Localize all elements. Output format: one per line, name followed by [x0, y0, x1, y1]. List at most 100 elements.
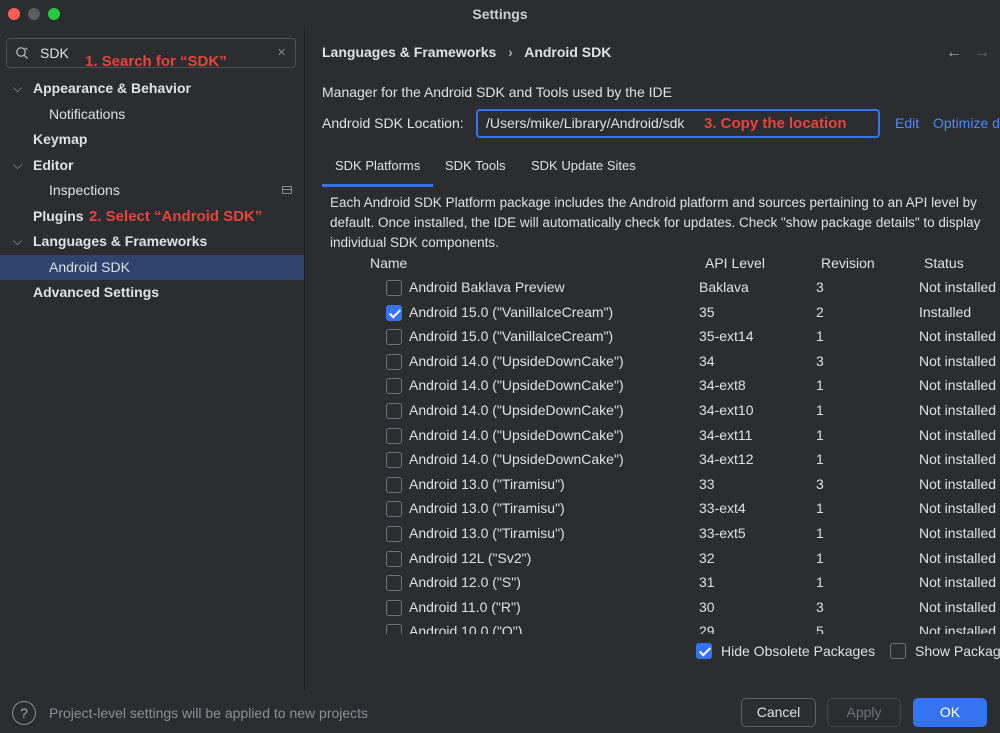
table-row[interactable]: Android 14.0 ("UpsideDownCake") 34-ext11 1…	[368, 424, 1000, 449]
edit-location-link[interactable]: Edit	[895, 115, 919, 131]
revision: 1	[816, 500, 824, 517]
package-name: Android 15.0 ("VanillaIceCream")	[409, 328, 614, 345]
revision: 3	[816, 598, 824, 615]
sidebar-item-languages-frameworks[interactable]: ⌵ Languages & Frameworks	[0, 229, 304, 255]
api-level: 34-ext12	[699, 451, 754, 468]
back-arrow-icon[interactable]: ←	[946, 44, 962, 62]
sidebar-item-notifications[interactable]: Notifications	[0, 102, 304, 128]
hide-obsolete-checkbox[interactable]	[696, 643, 712, 659]
sidebar-item-android-sdk[interactable]: Android SDK	[0, 254, 304, 280]
sdk-location-field[interactable]: /Users/mike/Library/Android/sdk 3. Copy …	[476, 109, 880, 138]
show-details-label[interactable]: Show Package Details	[915, 643, 1000, 659]
revision: 1	[816, 426, 824, 443]
api-level: Baklava	[699, 279, 749, 295]
breadcrumb-parent[interactable]: Languages & Frameworks	[322, 44, 496, 60]
package-checkbox[interactable]	[386, 378, 402, 395]
column-header-api-level[interactable]: API Level	[705, 255, 765, 271]
table-row[interactable]: Android 12.0 ("S") 31 1 Not installed	[368, 571, 1000, 596]
sidebar-item-label: Advanced Settings	[33, 284, 160, 300]
table-row[interactable]: Android 14.0 ("UpsideDownCake") 34 3 Not in…	[368, 350, 1000, 375]
install-status: Not installed	[919, 623, 997, 634]
column-header-revision[interactable]: Revision	[821, 255, 875, 271]
search-box[interactable]: SDK 1. Search for “SDK” ×	[6, 38, 296, 70]
sidebar-item-label: Keymap	[33, 131, 88, 147]
forward-arrow-icon[interactable]: →	[974, 44, 990, 62]
table-row[interactable]: Android 13.0 ("Tiramisu") 33-ext4 1 Not ins…	[368, 497, 1000, 522]
table-row[interactable]: Android 12L ("Sv2") 32 1 Not installed	[368, 547, 1000, 572]
search-annotation: 1. Search for “SDK”	[85, 53, 227, 70]
table-row[interactable]: Android Baklava Preview Baklava 3 Not insta…	[368, 276, 1000, 301]
install-status: Not installed	[919, 352, 997, 369]
revision: 2	[816, 303, 824, 320]
tab-sdk-tools[interactable]: SDK Tools	[445, 158, 505, 173]
search-input[interactable]: SDK	[40, 45, 69, 61]
table-row[interactable]: Android 13.0 ("Tiramisu") 33-ext5 1 Not ins…	[368, 522, 1000, 547]
table-row[interactable]: Android 14.0 ("UpsideDownCake") 34-ext10 1…	[368, 399, 1000, 424]
package-name: Android 13.0 ("Tiramisu")	[409, 475, 565, 492]
package-checkbox[interactable]	[386, 280, 402, 296]
package-checkbox[interactable]	[386, 599, 402, 616]
cancel-button[interactable]: Cancel	[741, 698, 816, 727]
package-checkbox[interactable]	[386, 329, 402, 346]
install-status: Not installed	[919, 377, 997, 394]
ok-button[interactable]: OK	[913, 698, 987, 727]
help-icon[interactable]: ?	[12, 701, 36, 725]
sidebar-item-keymap[interactable]: Keymap	[0, 127, 304, 153]
package-checkbox[interactable]	[386, 353, 402, 370]
revision: 1	[816, 377, 824, 394]
column-header-name[interactable]: Name	[370, 255, 407, 271]
package-checkbox[interactable]	[386, 525, 402, 542]
table-row[interactable]: Android 15.0 ("VanillaIceCream") 35-ext14…	[368, 325, 1000, 350]
sidebar-item-label: Inspections	[49, 182, 120, 198]
sidebar-item-advanced-settings[interactable]: Advanced Settings	[0, 280, 304, 306]
footer-message: Project-level settings will be applied t…	[49, 705, 369, 721]
install-status: Installed	[919, 303, 972, 320]
sidebar-item-plugins[interactable]: Plugins 2. Select “Android SDK”	[0, 204, 304, 230]
table-row[interactable]: Android 14.0 ("UpsideDownCake") 34-ext12 1…	[368, 448, 1000, 473]
tab-sdk-platforms[interactable]: SDK Platforms	[321, 158, 434, 187]
column-header-status[interactable]: Status	[924, 255, 964, 271]
sidebar-item-appearance-behavior[interactable]: ⌵ Appearance & Behavior	[0, 76, 304, 102]
table-rows: Android Baklava Preview Baklava 3 Not insta…	[368, 276, 1000, 634]
show-details-checkbox[interactable]	[890, 643, 906, 659]
package-description-line: default. Once installed, the IDE will au…	[330, 215, 981, 230]
chevron-down-icon[interactable]: ⌵	[13, 153, 22, 179]
package-checkbox[interactable]	[386, 304, 402, 321]
clear-search-icon[interactable]: ×	[277, 44, 286, 61]
package-checkbox[interactable]	[386, 427, 402, 444]
package-name: Android 11.0 ("R")	[409, 598, 521, 615]
api-level: 33-ext4	[699, 500, 746, 517]
sdk-location-value[interactable]: /Users/mike/Library/Android/sdk	[486, 115, 684, 131]
hide-obsolete-label[interactable]: Hide Obsolete Packages	[721, 643, 875, 659]
table-row[interactable]: Android 15.0 ("VanillaIceCream") 35 2 Insta…	[368, 301, 1000, 326]
breadcrumb-current: Android SDK	[524, 44, 612, 60]
sidebar-item-label: Plugins	[33, 207, 84, 224]
package-checkbox[interactable]	[386, 575, 402, 592]
optimize-disk-link[interactable]: Optimize disk space	[933, 115, 1000, 131]
table-row[interactable]: Android 11.0 ("R") 30 3 Not installed	[368, 596, 1000, 621]
chevron-down-icon[interactable]: ⌵	[13, 76, 22, 102]
sidebar-item-inspections[interactable]: Inspections	[0, 178, 304, 204]
sidebar-item-editor[interactable]: ⌵ Editor	[0, 153, 304, 179]
package-checkbox[interactable]	[386, 501, 402, 518]
install-status: Not installed	[919, 279, 997, 295]
table-row[interactable]: Android 10.0 ("Q") 29 5 Not installed	[368, 620, 1000, 634]
table-row[interactable]: Android 13.0 ("Tiramisu") 33 3 Not installe…	[368, 473, 1000, 498]
table-row[interactable]: Android 14.0 ("UpsideDownCake") 34-ext8 1 N…	[368, 374, 1000, 399]
location-annotation: 3. Copy the location	[704, 115, 847, 132]
package-checkbox[interactable]	[386, 550, 402, 567]
chevron-down-icon[interactable]: ⌵	[13, 229, 22, 255]
api-level: 35-ext14	[699, 328, 754, 345]
install-status: Not installed	[919, 598, 997, 615]
project-scope-icon	[282, 186, 292, 194]
install-status: Not installed	[919, 524, 997, 541]
package-checkbox[interactable]	[386, 452, 402, 469]
package-name: Android 13.0 ("Tiramisu")	[409, 524, 565, 541]
apply-button[interactable]: Apply	[827, 698, 901, 727]
package-checkbox[interactable]	[386, 476, 402, 493]
api-level: 33	[699, 475, 715, 492]
api-level: 31	[699, 574, 715, 591]
package-checkbox[interactable]	[386, 624, 402, 634]
tab-sdk-update-sites[interactable]: SDK Update Sites	[531, 158, 636, 173]
package-checkbox[interactable]	[386, 402, 402, 419]
